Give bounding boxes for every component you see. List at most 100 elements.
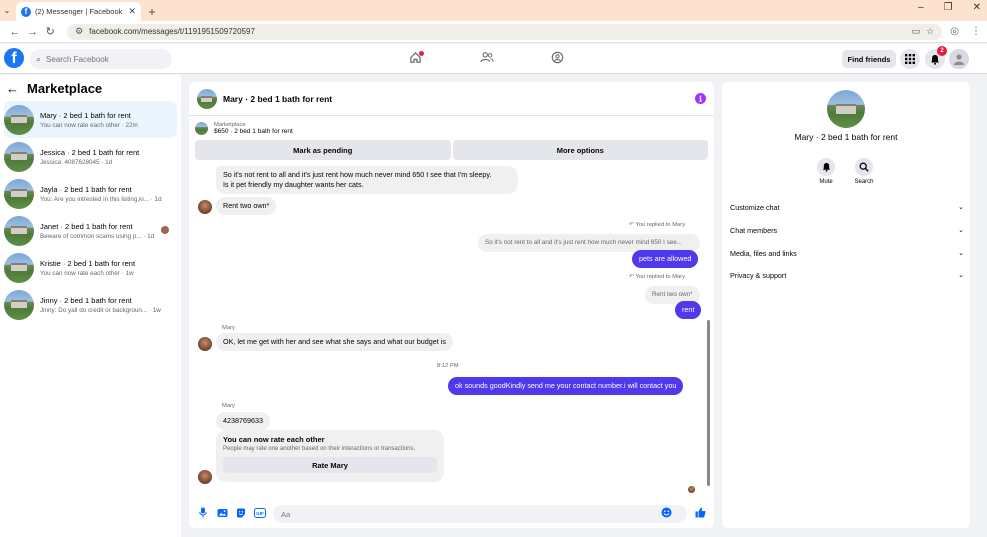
conversation-item-jinny[interactable]: Jinny · 2 bed 1 bath for rent Jinny: Do … <box>4 286 177 323</box>
chat-listing-thumbnail[interactable] <box>197 88 217 109</box>
back-icon[interactable]: ← <box>6 26 24 38</box>
conversation-name: Kristie · 2 bed 1 bath for rent <box>40 258 136 268</box>
section-label: Customize chat <box>730 202 780 212</box>
chat-scrollbar[interactable] <box>706 166 712 496</box>
chat-title[interactable]: Mary · 2 bed 1 bath for rent <box>223 94 689 104</box>
conversation-item-mary[interactable]: Mary · 2 bed 1 bath for rent You can now… <box>4 101 177 138</box>
tab-title: (2) Messenger | Facebook <box>35 7 123 16</box>
mute-button[interactable]: Mute <box>806 158 846 185</box>
thumbs-up-icon[interactable] <box>694 507 706 521</box>
mary-avatar[interactable] <box>198 200 212 214</box>
browser-tab[interactable]: f (2) Messenger | Facebook ✕ <box>16 2 141 21</box>
browser-menu-icon[interactable]: ⋮ <box>971 26 981 37</box>
mark-as-pending-button[interactable]: Mark as pending <box>195 140 451 160</box>
facebook-search[interactable]: ⌕ <box>30 49 172 69</box>
tab-close-icon[interactable]: ✕ <box>128 6 136 17</box>
friends-icon[interactable] <box>480 51 494 67</box>
message-thread: So it's not rent to all and it's just re… <box>189 166 714 496</box>
microphone-icon[interactable] <box>197 507 209 521</box>
site-settings-icon[interactable]: ⚙ <box>75 26 83 37</box>
back-arrow-icon[interactable]: ← <box>6 81 19 96</box>
conversation-name: Jayla · 2 bed 1 bath for rent <box>40 184 132 194</box>
conversation-preview: Beware of common scams using p... · 1d <box>40 232 155 240</box>
conversation-item-jayla[interactable]: Jayla · 2 bed 1 bath for rent You: Are y… <box>4 175 177 212</box>
listing-thumbnail <box>4 252 34 283</box>
menu-grid-icon[interactable] <box>900 49 920 69</box>
conversation-info-icon[interactable]: i <box>695 93 706 104</box>
bell-icon <box>817 158 835 176</box>
url-text[interactable]: facebook.com/messages/t/1191951509720597 <box>89 27 906 36</box>
message-input-wrapper[interactable] <box>273 505 687 523</box>
notification-badge: 2 <box>937 46 947 56</box>
profile-icon[interactable]: ◎ <box>950 26 959 37</box>
listing-small-thumbnail <box>195 121 208 135</box>
facebook-search-input[interactable] <box>46 54 157 64</box>
page-scrollbar[interactable] <box>979 75 987 537</box>
listing-banner[interactable]: Marketplace $650 · 2 bed 1 bath for rent <box>189 116 714 140</box>
conversation-item-janet[interactable]: Janet · 2 bed 1 bath for rent Beware of … <box>4 212 177 249</box>
message-composer: GIF <box>189 502 714 526</box>
photo-icon[interactable] <box>216 508 228 521</box>
conversation-item-kristie[interactable]: Kristie · 2 bed 1 bath for rent You can … <box>4 249 177 286</box>
listing-thumbnail <box>4 178 34 209</box>
forward-icon[interactable]: → <box>24 26 42 38</box>
sidebar-header: ← Marketplace <box>0 75 181 101</box>
message-text: Is it pet friendly my daughter wants her… <box>223 180 364 189</box>
customize-chat-row[interactable]: Customize chat ⌄ <box>730 199 964 215</box>
close-window-icon[interactable]: ✕ <box>973 2 981 13</box>
listing-large-thumbnail[interactable] <box>827 90 865 128</box>
omnibox[interactable]: ⚙ facebook.com/messages/t/11919515097205… <box>67 23 943 40</box>
account-avatar-icon[interactable] <box>949 49 969 69</box>
mary-avatar[interactable] <box>198 337 212 351</box>
conversation-name: Jessica · 2 bed 1 bath for rent <box>40 147 140 157</box>
seen-avatar <box>688 486 695 493</box>
tab-search-icon[interactable]: ⌄ <box>0 0 14 21</box>
search-icon: ⌕ <box>36 53 42 64</box>
incoming-message[interactable]: OK, let me get with her and see what she… <box>216 333 453 351</box>
chevron-down-icon: ⌄ <box>958 250 964 257</box>
listing-actions: Mark as pending More options <box>189 140 714 160</box>
install-app-icon[interactable]: ▭ <box>912 26 921 37</box>
listing-description: $650 · 2 bed 1 bath for rent <box>214 127 293 135</box>
section-label: Privacy & support <box>730 270 787 280</box>
minimize-icon[interactable]: – <box>918 2 924 13</box>
outgoing-message[interactable]: rent <box>675 301 702 319</box>
find-friends-button[interactable]: Find friends <box>842 50 896 68</box>
new-tab-button[interactable]: + <box>144 2 160 21</box>
conversation-name: Janet · 2 bed 1 bath for rent <box>40 221 133 231</box>
listing-thumbnail <box>4 289 34 320</box>
search-button[interactable]: Search <box>844 158 884 185</box>
message-input[interactable] <box>281 509 661 519</box>
chat-members-row[interactable]: Chat members ⌄ <box>730 222 964 238</box>
svg-text:GIF: GIF <box>256 511 264 516</box>
timestamp: 8:12 PM <box>437 363 459 369</box>
groups-icon[interactable] <box>551 51 564 67</box>
more-options-button[interactable]: More options <box>452 140 708 160</box>
facebook-logo-icon[interactable]: f <box>4 48 24 68</box>
gif-icon[interactable]: GIF <box>254 507 266 521</box>
scrollbar-thumb[interactable] <box>707 320 710 486</box>
media-files-links-row[interactable]: Media, files and links ⌄ <box>730 245 964 261</box>
privacy-support-row[interactable]: Privacy & support ⌄ <box>730 267 964 283</box>
chevron-down-icon: ⌄ <box>958 272 964 279</box>
outgoing-message[interactable]: pets are allowed <box>632 250 699 268</box>
incoming-message[interactable]: Rent two own* <box>216 197 277 215</box>
restore-icon[interactable]: ❐ <box>944 2 953 13</box>
conversation-item-jessica[interactable]: Jessica · 2 bed 1 bath for rent Jessica:… <box>4 138 177 175</box>
conversation-details-panel: Mary · 2 bed 1 bath for rent Mute Search… <box>722 82 970 528</box>
sticker-icon[interactable] <box>235 508 247 521</box>
section-label: Media, files and links <box>730 248 797 258</box>
rate-description: People may rate one another based on the… <box>223 446 416 452</box>
incoming-message[interactable]: So it's not rent to all and it's just re… <box>216 166 518 194</box>
section-label: Chat members <box>730 225 778 235</box>
emoji-icon[interactable] <box>661 507 672 521</box>
outgoing-message[interactable]: ok sounds goodKindly send me your contac… <box>448 377 684 395</box>
mary-avatar[interactable] <box>198 470 212 484</box>
reload-icon[interactable]: ↻ <box>41 25 59 38</box>
mute-label: Mute <box>819 179 833 185</box>
rate-mary-button[interactable]: Rate Mary <box>223 457 437 473</box>
reply-label: ↶ You replied to Mary <box>629 274 686 280</box>
incoming-message[interactable]: 4238769633 <box>216 412 270 430</box>
browser-tab-bar: ⌄ f (2) Messenger | Facebook ✕ + – ❐ ✕ <box>0 0 987 21</box>
bookmark-star-icon[interactable]: ☆ <box>926 26 934 37</box>
